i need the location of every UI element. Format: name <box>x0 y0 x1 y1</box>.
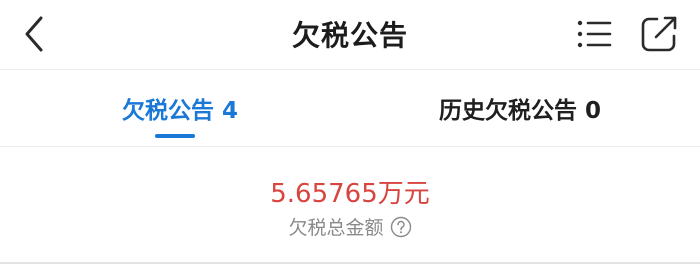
total-amount-value: 5.65765万元 <box>270 179 430 209</box>
total-amount-label: 欠税总金额 <box>288 217 384 239</box>
question-circle-icon[interactable] <box>390 216 412 238</box>
list-button[interactable] <box>572 14 616 54</box>
arrears-summary: 5.65765万元 欠税总金额 <box>0 147 700 264</box>
tab-history-arrears[interactable]: 历史欠税公告 0 <box>400 70 640 146</box>
share-button[interactable] <box>636 12 682 56</box>
list-icon <box>577 20 612 48</box>
active-tab-indicator <box>155 134 195 138</box>
app-header: 欠税公告 <box>0 0 700 68</box>
total-amount-label-row: 欠税总金额 <box>0 213 700 240</box>
tab-bar: 欠税公告 4 历史欠税公告 0 <box>0 70 700 146</box>
share-external-icon <box>641 16 677 52</box>
